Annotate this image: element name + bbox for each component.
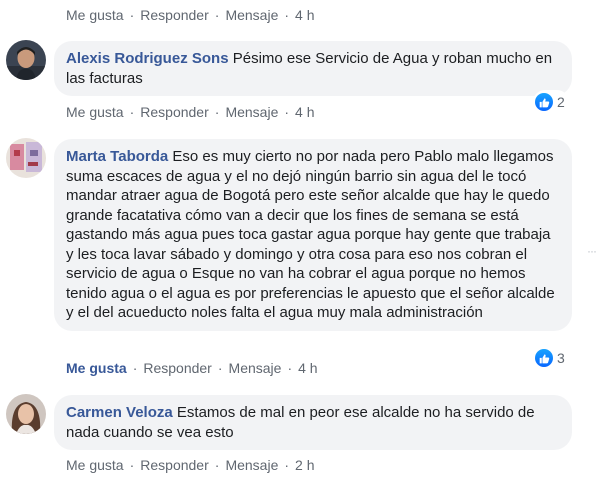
like-link[interactable]: Me gusta [66,456,124,474]
avatar[interactable] [6,394,46,434]
reaction-count[interactable]: 2 [533,90,569,114]
avatar[interactable] [6,40,46,80]
comment-actions: Me gusta · Responder · Mensaje · 4 h [66,359,318,377]
reply-link[interactable]: Responder [140,103,209,121]
like-link[interactable]: Me gusta [66,6,124,24]
like-icon [535,93,553,111]
comment-actions: Me gusta · Responder · Mensaje · 2 h [66,456,315,474]
timestamp[interactable]: 4 h [295,6,314,24]
comment-actions-previous: Me gusta · Responder · Mensaje · 4 h [66,6,315,24]
separator-dot: · [132,360,138,376]
timestamp[interactable]: 4 h [298,359,317,377]
like-icon [535,349,553,367]
like-link[interactable]: Me gusta [66,103,124,121]
comment-author[interactable]: Alexis Rodriguez Sons [66,50,229,67]
more-options-icon[interactable]: ··· [587,244,596,258]
reply-link[interactable]: Responder [143,359,212,377]
reaction-number: 3 [557,350,565,366]
avatar[interactable] [6,138,46,178]
separator-dot: · [129,104,135,120]
reaction-number: 2 [557,94,565,110]
message-link[interactable]: Mensaje [229,359,282,377]
reply-link[interactable]: Responder [140,6,209,24]
timestamp[interactable]: 2 h [295,456,314,474]
separator-dot: · [214,457,220,473]
avatar-photo [6,138,46,178]
separator-dot: · [287,360,293,376]
message-link[interactable]: Mensaje [225,103,278,121]
reply-link[interactable]: Responder [140,456,209,474]
comment-bubble: Marta Taborda Eso es muy cierto no por n… [54,139,572,331]
separator-dot: · [284,457,290,473]
comment-bubble: Carmen Veloza Estamos de mal en peor ese… [54,395,572,450]
like-link[interactable]: Me gusta [66,359,127,377]
separator-dot: · [284,104,290,120]
comment-bubble: Alexis Rodriguez Sons Pésimo ese Servici… [54,41,572,96]
avatar-photo [6,40,46,80]
message-link[interactable]: Mensaje [225,6,278,24]
separator-dot: · [217,360,223,376]
separator-dot: · [129,457,135,473]
comment-author[interactable]: Carmen Veloza [66,404,173,421]
reaction-count[interactable]: 3 [533,346,569,370]
timestamp[interactable]: 4 h [295,103,314,121]
separator-dot: · [129,7,135,23]
comment-author[interactable]: Marta Taborda [66,148,168,165]
separator-dot: · [214,7,220,23]
message-link[interactable]: Mensaje [225,456,278,474]
separator-dot: · [284,7,290,23]
comment-text: Eso es muy cierto no por nada pero Pablo… [66,148,555,321]
comment-actions: Me gusta · Responder · Mensaje · 4 h [66,103,315,121]
avatar-photo [6,394,46,434]
separator-dot: · [214,104,220,120]
